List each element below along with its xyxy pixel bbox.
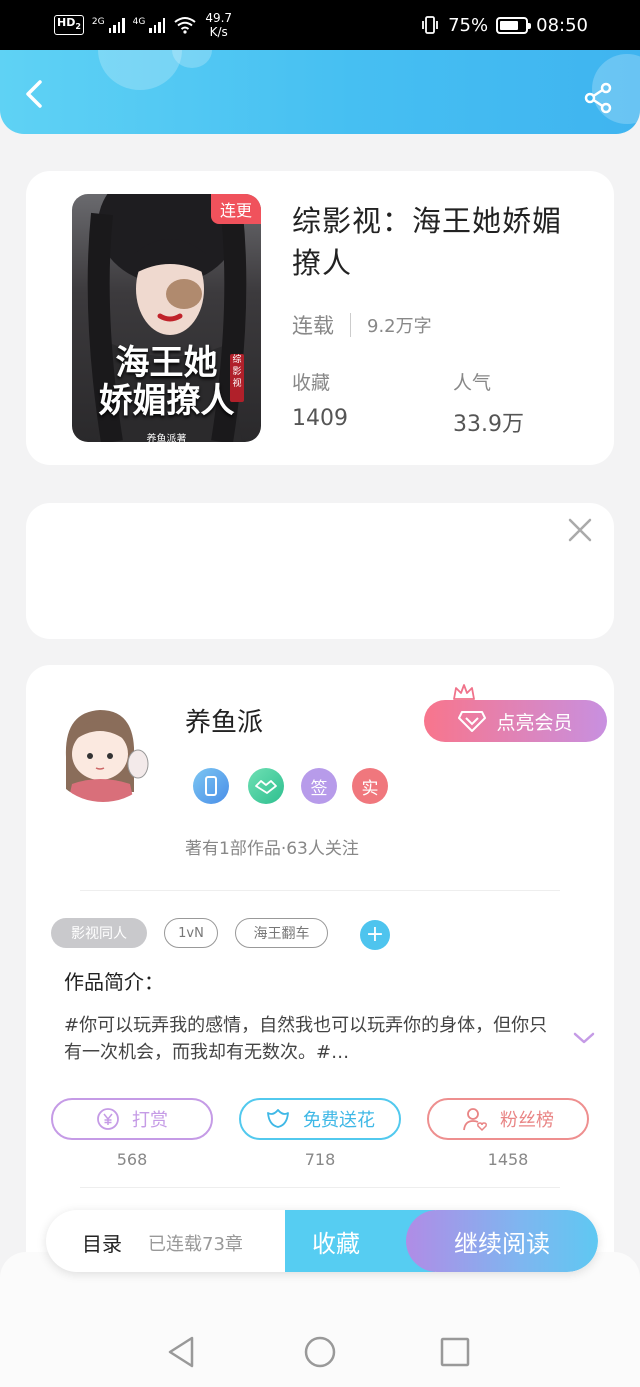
expand-intro-button[interactable] bbox=[572, 1028, 596, 1048]
continue-reading-button[interactable]: 继续阅读 bbox=[406, 1210, 598, 1272]
vibrate-icon bbox=[422, 16, 439, 34]
collect-label: 收藏 bbox=[292, 372, 331, 394]
realname-badge: 实 bbox=[352, 768, 388, 804]
nav-back-icon[interactable] bbox=[160, 1330, 204, 1374]
fan-count: 1458 bbox=[487, 1150, 529, 1169]
serial-update-badge: 连更 bbox=[211, 194, 261, 224]
book-meta: 连载 9.2万字 bbox=[292, 310, 432, 340]
system-nav-bar bbox=[0, 1252, 640, 1387]
cover-author: 养鱼派著 bbox=[146, 434, 187, 442]
phone-verified-badge bbox=[193, 768, 229, 804]
header-bar bbox=[0, 50, 640, 134]
send-flower-label: 免费送花 bbox=[303, 1110, 375, 1131]
add-tag-button[interactable]: + bbox=[360, 920, 390, 950]
intro-title: 作品简介： bbox=[64, 970, 164, 994]
reward-button[interactable]: 打赏 bbox=[51, 1098, 213, 1140]
tag-chip[interactable]: 1vN bbox=[164, 918, 218, 948]
cover-title-art: 海王她 娇媚撩人 bbox=[98, 343, 235, 421]
back-button[interactable] bbox=[18, 76, 54, 112]
clock: 08:50 bbox=[536, 14, 588, 36]
share-button[interactable] bbox=[580, 80, 616, 116]
chevron-left-icon bbox=[26, 80, 42, 108]
flower-count: 718 bbox=[304, 1150, 336, 1169]
book-title: 综影视：海王她娇媚撩人 bbox=[292, 204, 563, 280]
popularity-label: 人气 bbox=[453, 372, 492, 394]
book-cover[interactable]: 连更 海王她 娇媚撩人 综影视 养鱼派著 bbox=[72, 194, 261, 442]
bottom-action-bar: 目录 已连载73章 收藏 继续阅读 bbox=[46, 1210, 598, 1272]
handshake-badge bbox=[248, 768, 284, 804]
book-status: 连载 bbox=[292, 314, 334, 338]
signal-icon: 2G bbox=[92, 17, 125, 33]
reward-label: 打赏 bbox=[132, 1110, 168, 1131]
cover-genre-stamp: 综影视 bbox=[230, 354, 244, 402]
divider bbox=[80, 890, 560, 891]
meta-divider bbox=[350, 313, 351, 337]
vip-label: 点亮会员 bbox=[496, 711, 573, 734]
chevron-down-icon bbox=[573, 1032, 595, 1044]
nav-recents-icon[interactable] bbox=[433, 1330, 477, 1374]
status-bar: HD2 2G 4G 49.7 K/s 75% 08:50 bbox=[0, 0, 640, 50]
user-heart-icon bbox=[463, 1108, 487, 1132]
avatar-image bbox=[53, 702, 153, 802]
divider bbox=[80, 1187, 560, 1188]
word-count: 9.2万字 bbox=[367, 316, 432, 337]
close-ad-button[interactable] bbox=[566, 516, 594, 544]
fan-ranking-label: 粉丝榜 bbox=[500, 1110, 554, 1131]
author-name[interactable]: 养鱼派 bbox=[185, 702, 263, 739]
plus-icon: + bbox=[365, 922, 385, 947]
ad-card bbox=[26, 503, 614, 639]
wifi-icon bbox=[174, 17, 196, 34]
signal-icon: 4G bbox=[133, 17, 166, 33]
popularity-value: 33.9万 bbox=[453, 412, 524, 437]
share-icon bbox=[584, 82, 612, 114]
decor-bubble bbox=[98, 50, 182, 90]
battery-icon bbox=[496, 16, 532, 34]
send-flower-button[interactable]: 免费送花 bbox=[239, 1098, 401, 1140]
reward-count: 568 bbox=[116, 1150, 148, 1169]
author-avatar[interactable] bbox=[48, 702, 158, 802]
signed-badge: 签 bbox=[301, 768, 337, 804]
intro-text: #你可以玩弄我的感情，自然我也可以玩弄你的身体，但你只有一次机会，而我却有无数次… bbox=[64, 1015, 548, 1063]
author-works-info: 著有1部作品·63人关注 bbox=[185, 839, 359, 859]
tag-chip[interactable]: 海王翻车 bbox=[235, 918, 328, 948]
phone-icon bbox=[205, 776, 217, 796]
chapter-count: 已连载73章 bbox=[148, 1234, 243, 1255]
yen-coin-icon bbox=[97, 1108, 119, 1130]
nav-home-icon[interactable] bbox=[298, 1330, 342, 1374]
hd-voice-indicator: HD2 bbox=[54, 14, 84, 36]
vip-member-button[interactable]: 点亮会员 bbox=[424, 700, 607, 742]
diamond-icon bbox=[458, 711, 487, 732]
battery-percent: 75% bbox=[448, 14, 489, 36]
fan-ranking-button[interactable]: 粉丝榜 bbox=[427, 1098, 589, 1140]
handshake-icon bbox=[255, 780, 277, 794]
table-of-contents-button[interactable]: 目录 bbox=[82, 1228, 122, 1257]
flower-icon bbox=[267, 1109, 289, 1128]
tag-chip[interactable]: 影视同人 bbox=[51, 918, 147, 948]
network-speed: 49.7 K/s bbox=[205, 11, 233, 39]
close-icon bbox=[568, 518, 592, 542]
collect-value: 1409 bbox=[292, 406, 348, 431]
